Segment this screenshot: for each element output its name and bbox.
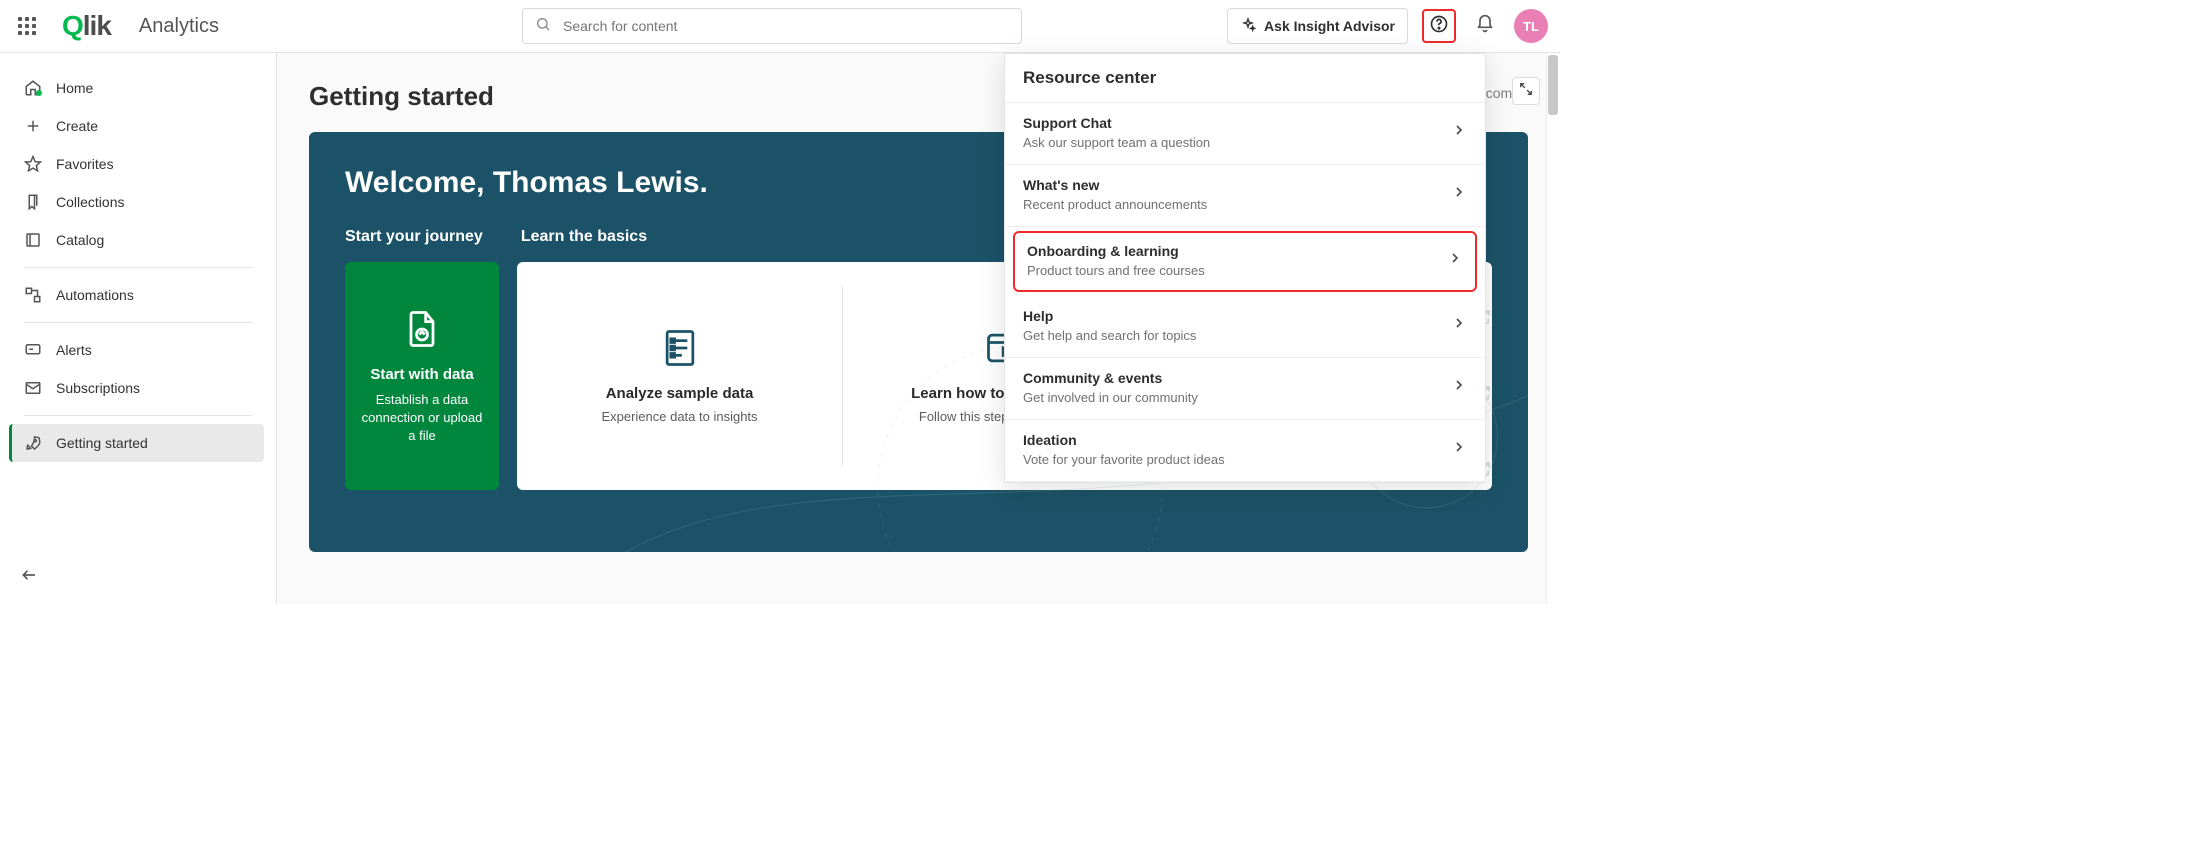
sidebar-divider — [24, 322, 252, 323]
resource-item-title: Help — [1023, 308, 1451, 324]
sidebar-item-label: Home — [56, 80, 93, 96]
scrollbar-track[interactable] — [1546, 53, 1560, 604]
rocket-icon — [24, 434, 42, 452]
sidebar-divider — [24, 267, 252, 268]
help-icon — [1429, 14, 1449, 39]
alerts-icon — [24, 341, 42, 359]
resource-item-desc: Get help and search for topics — [1023, 328, 1451, 343]
collapse-sidebar-button[interactable] — [20, 565, 40, 590]
resource-item-title: Support Chat — [1023, 115, 1451, 131]
qlik-logo: Qlik — [62, 10, 111, 42]
sidebar-item-label: Favorites — [56, 156, 114, 172]
star-icon — [24, 155, 42, 173]
sparkle-icon — [1240, 17, 1256, 36]
scrollbar-thumb[interactable] — [1548, 55, 1558, 115]
ask-insight-advisor-button[interactable]: Ask Insight Advisor — [1227, 8, 1408, 44]
apps-launcher-icon[interactable] — [12, 11, 42, 41]
plus-icon — [24, 117, 42, 135]
home-icon — [24, 79, 42, 97]
sidebar-item-getting-started[interactable]: Getting started — [9, 424, 264, 462]
resource-center-title: Resource center — [1005, 54, 1485, 103]
search-input[interactable] — [561, 17, 1009, 35]
sidebar-item-collections[interactable]: Collections — [12, 183, 264, 221]
sidebar-divider — [24, 415, 252, 416]
resource-item-help[interactable]: Help Get help and search for topics — [1005, 296, 1485, 358]
resource-item-desc: Recent product announcements — [1023, 197, 1451, 212]
sidebar-item-label: Catalog — [56, 232, 104, 248]
help-button[interactable] — [1422, 9, 1456, 43]
sidebar-item-alerts[interactable]: Alerts — [12, 331, 264, 369]
resource-item-desc: Get involved in our community — [1023, 390, 1451, 405]
app-header: Qlik Analytics Ask Insight Advisor TL — [0, 0, 1560, 53]
sidebar-item-label: Getting started — [56, 435, 148, 451]
chevron-right-icon — [1451, 439, 1467, 460]
sidebar-item-label: Collections — [56, 194, 124, 210]
notifications-button[interactable] — [1470, 11, 1500, 41]
resource-item-desc: Product tours and free courses — [1027, 263, 1447, 278]
sidebar-item-label: Automations — [56, 287, 134, 303]
sidebar-item-subscriptions[interactable]: Subscriptions — [12, 369, 264, 407]
bookmark-icon — [24, 193, 42, 211]
sidebar-item-label: Subscriptions — [56, 380, 140, 396]
sidebar: Home Create Favorites Collections Catalo… — [0, 53, 277, 604]
chevron-right-icon — [1447, 250, 1463, 271]
resource-item-title: Community & events — [1023, 370, 1451, 386]
document-list-icon — [658, 326, 702, 385]
sidebar-item-create[interactable]: Create — [12, 107, 264, 145]
resource-item-community[interactable]: Community & events Get involved in our c… — [1005, 358, 1485, 420]
chevron-right-icon — [1451, 184, 1467, 205]
sidebar-item-favorites[interactable]: Favorites — [12, 145, 264, 183]
chevron-right-icon — [1451, 122, 1467, 143]
automations-icon — [24, 286, 42, 304]
chevron-right-icon — [1451, 315, 1467, 336]
resource-item-desc: Vote for your favorite product ideas — [1023, 452, 1451, 467]
bell-icon — [1475, 14, 1495, 39]
search-bar[interactable] — [522, 8, 1022, 44]
expand-button[interactable] — [1512, 77, 1540, 105]
ask-insight-label: Ask Insight Advisor — [1264, 18, 1395, 34]
card-title: Analyze sample data — [606, 385, 754, 402]
mail-icon — [24, 379, 42, 397]
resource-item-support-chat[interactable]: Support Chat Ask our support team a ques… — [1005, 103, 1485, 165]
card-analyze-sample[interactable]: Analyze sample data Experience data to i… — [517, 262, 842, 490]
resource-item-title: Ideation — [1023, 432, 1451, 448]
resource-item-ideation[interactable]: Ideation Vote for your favorite product … — [1005, 420, 1485, 482]
user-avatar[interactable]: TL — [1514, 9, 1548, 43]
sidebar-item-home[interactable]: Home — [12, 69, 264, 107]
resource-item-title: Onboarding & learning — [1027, 243, 1447, 259]
card-desc: Experience data to insights — [601, 408, 757, 426]
resource-item-title: What's new — [1023, 177, 1451, 193]
resource-item-onboarding[interactable]: Onboarding & learning Product tours and … — [1013, 231, 1477, 292]
catalog-icon — [24, 231, 42, 249]
search-icon — [535, 16, 551, 37]
resource-item-whats-new[interactable]: What's new Recent product announcements — [1005, 165, 1485, 227]
sidebar-item-automations[interactable]: Automations — [12, 276, 264, 314]
sidebar-item-catalog[interactable]: Catalog — [12, 221, 264, 259]
resource-center-popover: Resource center Support Chat Ask our sup… — [1004, 53, 1486, 483]
product-name: Analytics — [139, 15, 219, 38]
sidebar-item-label: Create — [56, 118, 98, 134]
resource-item-desc: Ask our support team a question — [1023, 135, 1451, 150]
chevron-right-icon — [1451, 377, 1467, 398]
expand-icon — [1519, 82, 1533, 101]
sidebar-item-label: Alerts — [56, 342, 92, 358]
